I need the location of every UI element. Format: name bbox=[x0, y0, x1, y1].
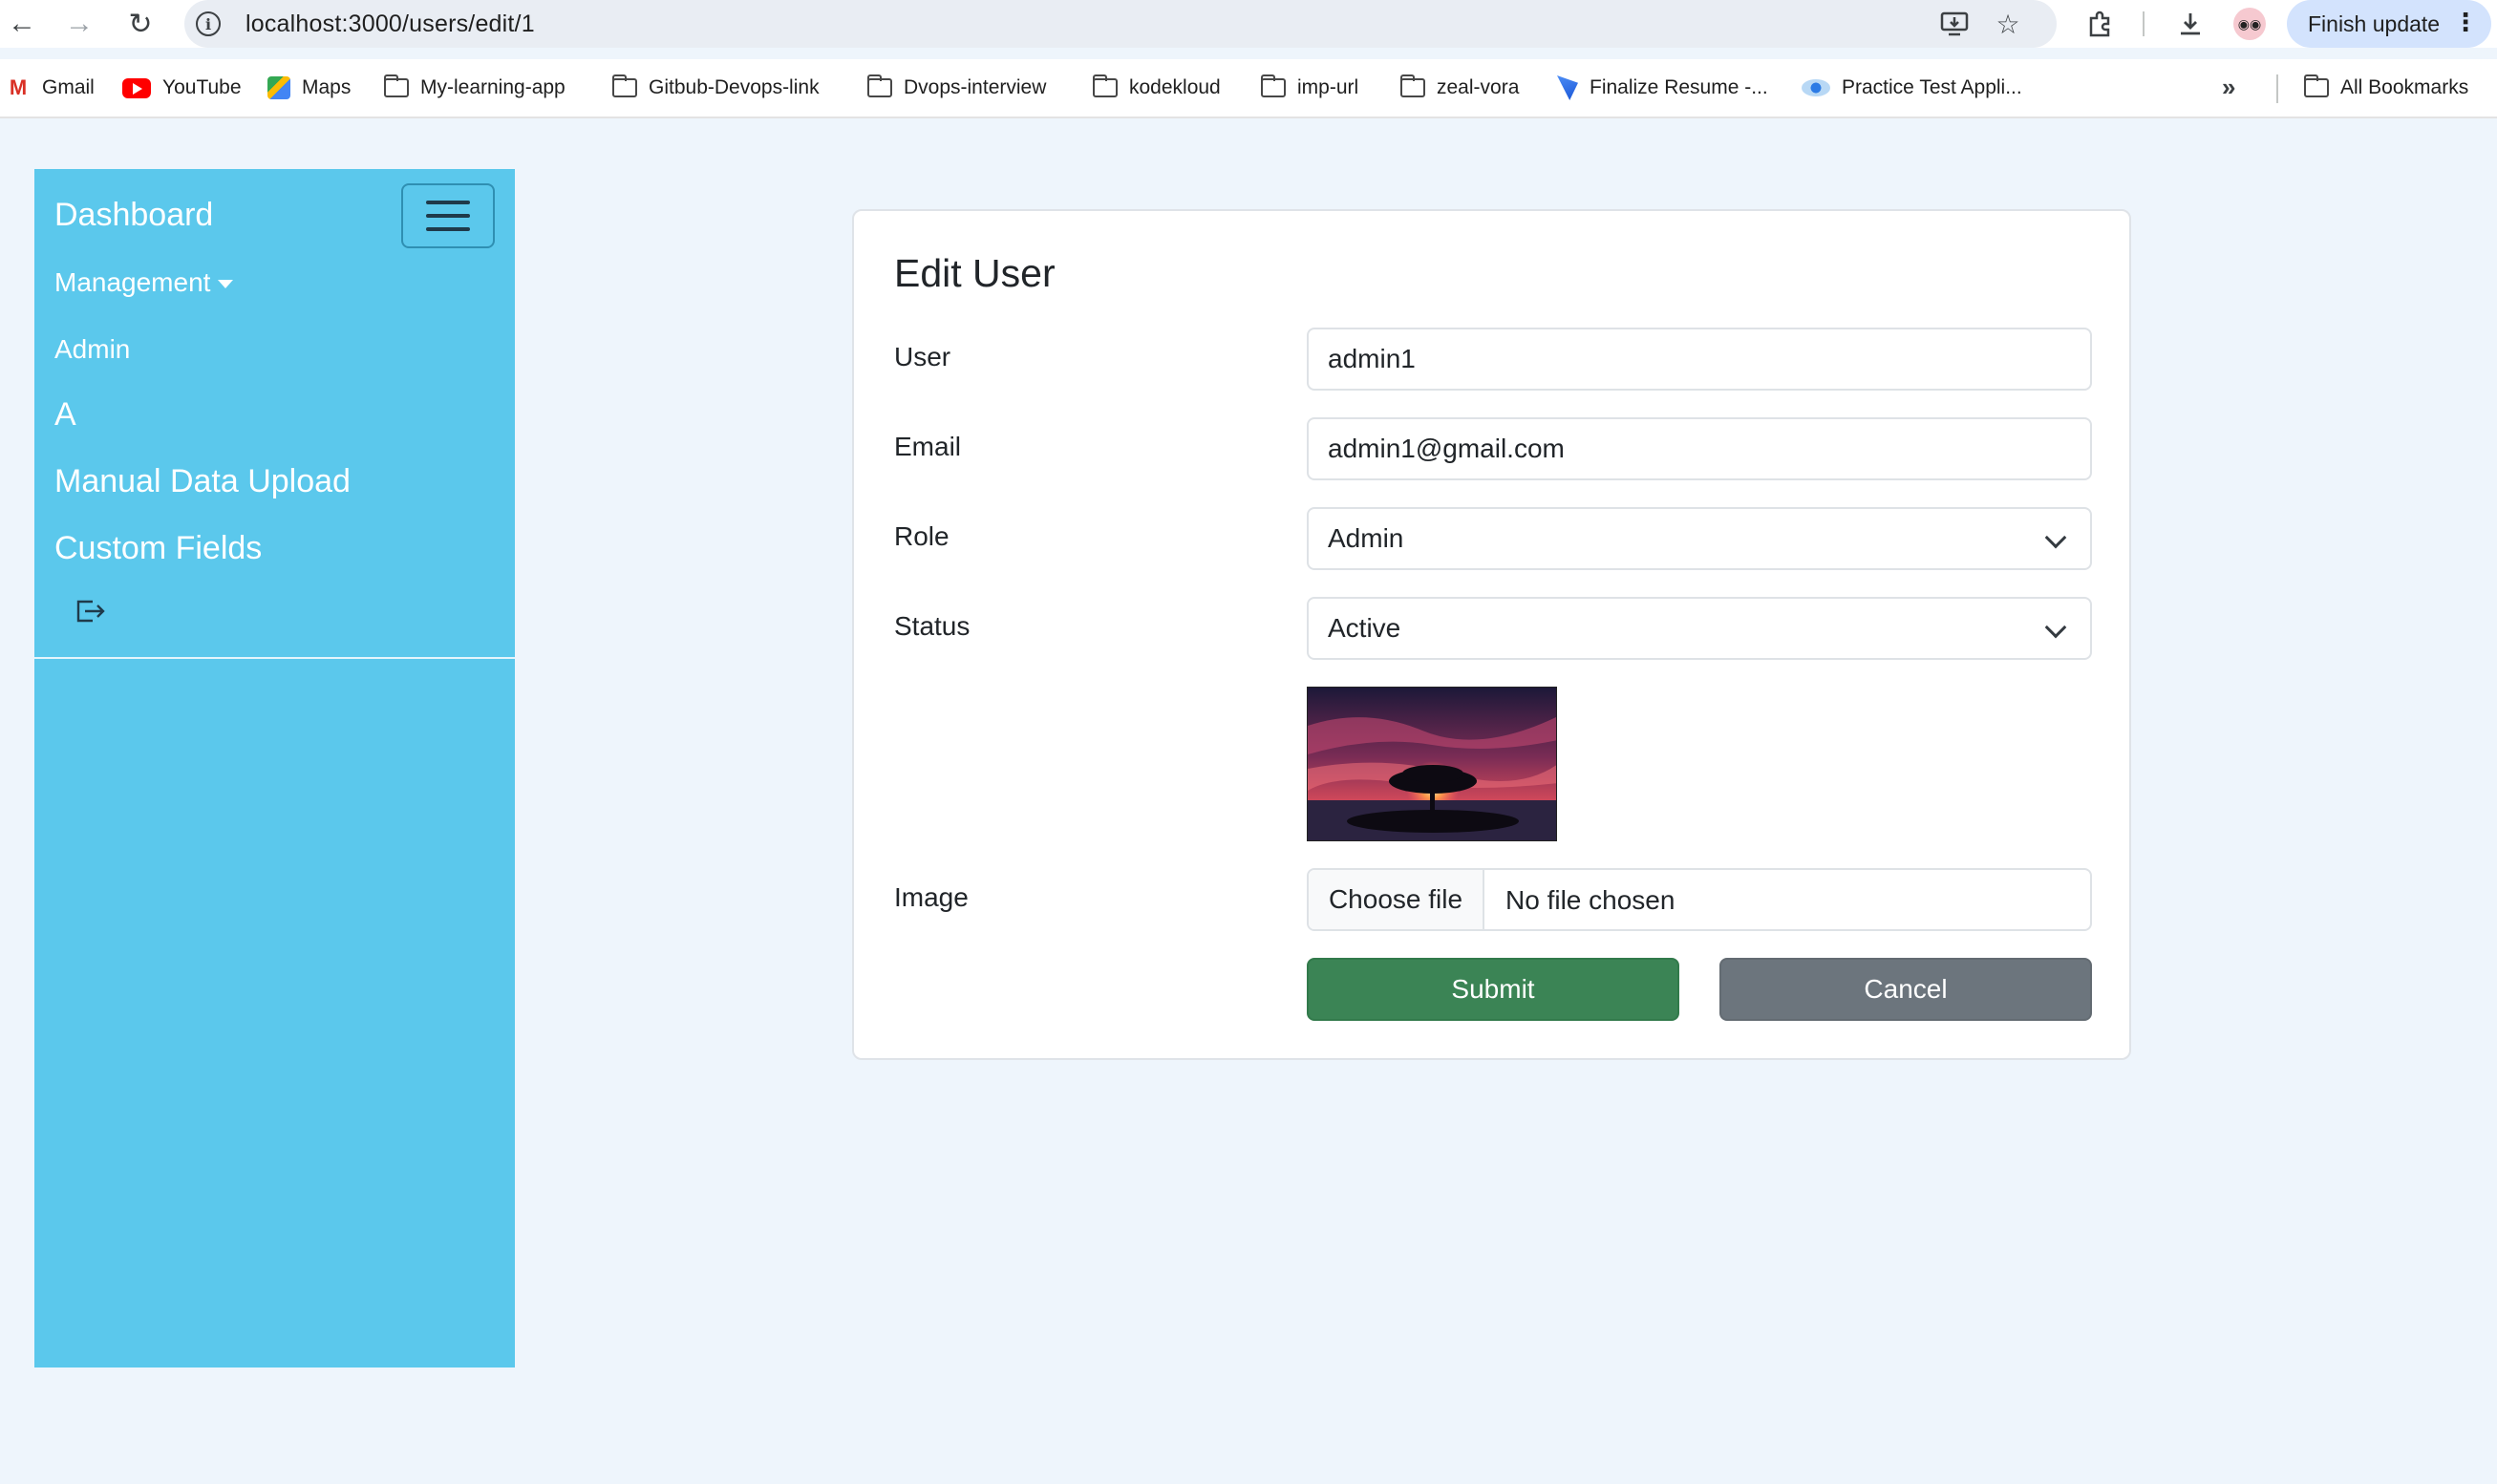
back-arrow-icon[interactable]: ← bbox=[2, 4, 42, 44]
sidebar-item-label: Management bbox=[54, 267, 211, 297]
forward-arrow-icon[interactable]: → bbox=[59, 4, 99, 44]
folder-icon bbox=[1092, 74, 1118, 97]
bookmark-youtube[interactable]: YouTube bbox=[122, 69, 242, 107]
sidebar-item-a[interactable]: A bbox=[54, 396, 76, 434]
extensions-icon[interactable] bbox=[2082, 6, 2119, 42]
bookmark-gmail[interactable]: M Gmail bbox=[6, 69, 95, 107]
folder-icon bbox=[1399, 74, 1425, 97]
status-select[interactable]: Active bbox=[1307, 597, 2092, 660]
sidebar-item-label: Admin bbox=[54, 334, 131, 364]
bookmark-folder-my-learning-app[interactable]: My-learning-app bbox=[383, 69, 566, 107]
hamburger-menu-button[interactable] bbox=[401, 183, 495, 248]
hamburger-bar bbox=[426, 214, 470, 218]
youtube-icon bbox=[122, 77, 151, 98]
install-app-icon[interactable] bbox=[1938, 8, 1971, 40]
folder-icon bbox=[383, 74, 409, 97]
role-select[interactable]: Admin bbox=[1307, 507, 2092, 570]
status-label: Status bbox=[894, 611, 971, 641]
bookmark-label: imp-url bbox=[1297, 76, 1359, 98]
caret-down-icon bbox=[218, 280, 234, 289]
status-selected-value: Active bbox=[1328, 613, 1401, 643]
bookmark-label: Practice Test Appli... bbox=[1842, 76, 2022, 98]
chevron-down-icon bbox=[2044, 616, 2067, 639]
more-bookmarks-chevron-icon[interactable]: » bbox=[2222, 73, 2235, 102]
email-input[interactable]: admin1@gmail.com bbox=[1307, 417, 2092, 480]
bookmark-folder-zeal-vora[interactable]: zeal-vora bbox=[1399, 69, 1520, 107]
bookmark-label: Dvops-interview bbox=[904, 76, 1047, 98]
user-label: User bbox=[894, 342, 951, 371]
toolbar-divider bbox=[2143, 11, 2145, 36]
site-icon bbox=[1802, 79, 1830, 96]
page-title: Edit User bbox=[894, 251, 1056, 295]
bookmark-folder-kodekloud[interactable]: kodekloud bbox=[1092, 69, 1221, 107]
user-image-preview bbox=[1307, 687, 1557, 841]
hamburger-bar bbox=[426, 201, 470, 204]
chevron-down-icon bbox=[2044, 526, 2067, 549]
bookmark-maps[interactable]: Maps bbox=[267, 69, 351, 107]
bookmark-label: Gmail bbox=[42, 76, 95, 98]
submit-button[interactable]: Submit bbox=[1307, 958, 1679, 1021]
bookmark-label: Gitbub-Devops-link bbox=[649, 76, 820, 98]
bookmark-folder-gitbub-devops-link[interactable]: Gitbub-Devops-link bbox=[611, 69, 820, 107]
sidebar-item-label: Custom Fields bbox=[54, 530, 263, 566]
cancel-button[interactable]: Cancel bbox=[1719, 958, 2092, 1021]
logout-icon[interactable] bbox=[74, 597, 106, 625]
bookmark-label: My-learning-app bbox=[420, 76, 566, 98]
folder-icon bbox=[611, 74, 637, 97]
file-status-text: No file chosen bbox=[1505, 885, 1675, 915]
kebab-menu-icon[interactable]: ⋮ bbox=[2453, 8, 2478, 37]
site-info-icon[interactable]: i bbox=[196, 11, 221, 36]
sidebar-item-admin[interactable]: Admin bbox=[54, 334, 130, 365]
maps-icon bbox=[267, 76, 290, 99]
choose-file-button[interactable]: Choose file bbox=[1309, 870, 1484, 929]
bookmark-label: Finalize Resume -... bbox=[1590, 76, 1768, 98]
profile-avatar[interactable]: ◉◉ bbox=[2233, 8, 2266, 40]
bookmark-label: kodekloud bbox=[1129, 76, 1221, 98]
all-bookmarks-button[interactable]: All Bookmarks bbox=[2303, 69, 2469, 107]
bookmark-label: zeal-vora bbox=[1437, 76, 1520, 98]
sidebar-brand[interactable]: Dashboard bbox=[54, 197, 213, 234]
bookmark-folder-imp-url[interactable]: imp-url bbox=[1260, 69, 1359, 107]
bookmarks-bar: M Gmail YouTube Maps My-learning-app Git… bbox=[0, 59, 2497, 118]
hamburger-bar bbox=[426, 227, 470, 231]
role-selected-value: Admin bbox=[1328, 523, 1404, 553]
gmail-icon: M bbox=[9, 75, 28, 99]
folder-icon bbox=[1260, 74, 1286, 97]
sidebar-item-label: A bbox=[54, 396, 76, 433]
edit-user-card: Edit User User admin1 Email admin1@gmail… bbox=[852, 209, 2131, 1060]
address-bar[interactable]: i localhost:3000/users/edit/1 ☆ bbox=[184, 0, 2057, 48]
folder-icon bbox=[866, 74, 892, 97]
bookmarks-divider bbox=[2276, 74, 2278, 103]
bookmark-label: YouTube bbox=[162, 76, 242, 98]
bookmark-finalize-resume[interactable]: Finalize Resume -... bbox=[1557, 69, 1768, 107]
bookmark-folder-dvops-interview[interactable]: Dvops-interview bbox=[866, 69, 1047, 107]
downloads-icon[interactable] bbox=[2172, 6, 2209, 42]
image-label: Image bbox=[894, 882, 969, 912]
url-text[interactable]: localhost:3000/users/edit/1 bbox=[245, 11, 535, 38]
sidebar-item-manual-data-upload[interactable]: Manual Data Upload bbox=[54, 463, 351, 500]
folder-icon bbox=[2303, 74, 2329, 97]
email-label: Email bbox=[894, 432, 962, 461]
sidebar-item-management[interactable]: Management bbox=[54, 267, 234, 298]
bookmark-star-icon[interactable]: ☆ bbox=[1992, 8, 2024, 40]
finish-update-label: Finish update bbox=[2308, 11, 2441, 36]
sidebar: Dashboard Management Admin A Manual Data… bbox=[34, 169, 515, 1367]
sidebar-item-custom-fields[interactable]: Custom Fields bbox=[54, 530, 262, 567]
bookmark-label: Maps bbox=[302, 76, 352, 98]
site-icon bbox=[1557, 75, 1578, 100]
all-bookmarks-label: All Bookmarks bbox=[2340, 76, 2469, 98]
finish-update-button[interactable]: Finish update ⋮ bbox=[2287, 0, 2491, 48]
reload-icon[interactable]: ↻ bbox=[120, 4, 160, 44]
role-label: Role bbox=[894, 521, 950, 551]
browser-toolbar: ← → ↻ i localhost:3000/users/edit/1 ☆ ◉◉… bbox=[0, 0, 2497, 48]
image-file-input[interactable]: Choose file No file chosen bbox=[1307, 868, 2092, 931]
sidebar-item-label: Manual Data Upload bbox=[54, 463, 351, 499]
sidebar-nav: Dashboard Management Admin A Manual Data… bbox=[34, 169, 515, 659]
user-input[interactable]: admin1 bbox=[1307, 328, 2092, 391]
bookmark-practice-test[interactable]: Practice Test Appli... bbox=[1802, 69, 2022, 107]
